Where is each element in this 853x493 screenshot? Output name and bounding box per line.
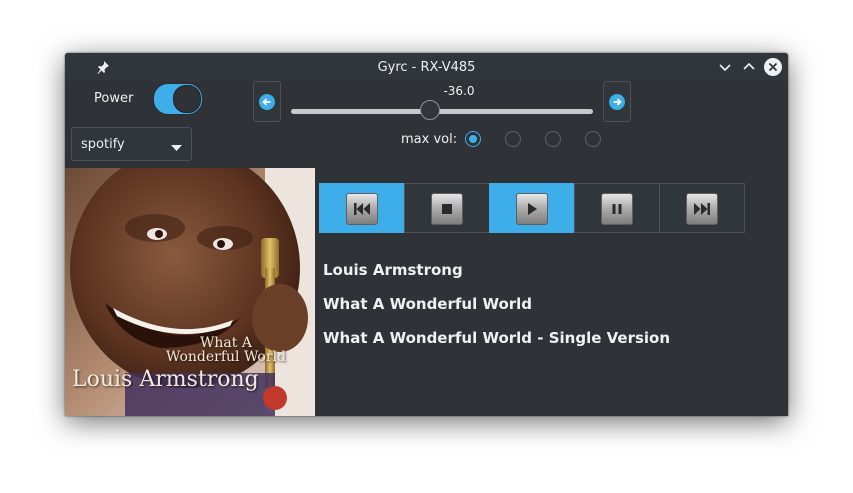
source-selected-value: spotify <box>81 137 125 152</box>
skip-back-icon <box>354 203 370 215</box>
stop-button[interactable] <box>404 183 490 233</box>
playback-controls <box>319 183 745 233</box>
max-vol-radio[interactable] <box>545 131 561 147</box>
next-button[interactable] <box>659 183 745 233</box>
app-window: Gyrc - RX-V485 Power spotify -36.0 max v… <box>65 53 788 416</box>
maximize-icon[interactable] <box>740 58 758 76</box>
pause-button[interactable] <box>574 183 660 233</box>
arrow-left-icon <box>259 94 275 110</box>
volume-value: -36.0 <box>443 84 475 98</box>
window-title: Gyrc - RX-V485 <box>377 60 476 75</box>
max-vol-label: max vol: <box>401 132 458 147</box>
power-toggle[interactable] <box>153 83 203 115</box>
skip-forward-icon <box>694 203 710 215</box>
title-bar[interactable]: Gyrc - RX-V485 <box>65 53 788 81</box>
album-art-title-line2: Wonderful World <box>166 349 286 365</box>
source-dropdown[interactable]: spotify <box>71 127 192 161</box>
now-playing-title: What A Wonderful World - Single Version <box>323 329 671 347</box>
max-vol-radio[interactable] <box>505 131 521 147</box>
album-art-artist: Louis Armstrong <box>72 367 259 392</box>
now-playing-album: What A Wonderful World <box>323 295 533 313</box>
power-label: Power <box>94 91 134 106</box>
max-vol-radio[interactable] <box>585 131 601 147</box>
previous-button[interactable] <box>319 183 405 233</box>
minimize-icon[interactable] <box>716 58 734 76</box>
play-icon <box>528 203 537 215</box>
album-art: What A Wonderful World Louis Armstrong <box>65 168 315 416</box>
volume-slider-track[interactable] <box>291 109 593 114</box>
play-button[interactable] <box>489 183 575 233</box>
radio-dot <box>469 135 477 143</box>
volume-down-button[interactable] <box>253 81 281 122</box>
toggle-knob <box>173 85 201 113</box>
arrow-right-icon <box>609 94 625 110</box>
volume-slider-handle[interactable] <box>419 100 440 120</box>
stop-icon <box>442 204 452 214</box>
close-icon[interactable] <box>763 57 783 77</box>
chevron-down-icon <box>171 141 182 156</box>
max-vol-radio[interactable] <box>465 131 481 147</box>
pause-icon <box>612 204 622 214</box>
volume-up-button[interactable] <box>603 81 631 122</box>
now-playing-artist: Louis Armstrong <box>323 261 463 279</box>
